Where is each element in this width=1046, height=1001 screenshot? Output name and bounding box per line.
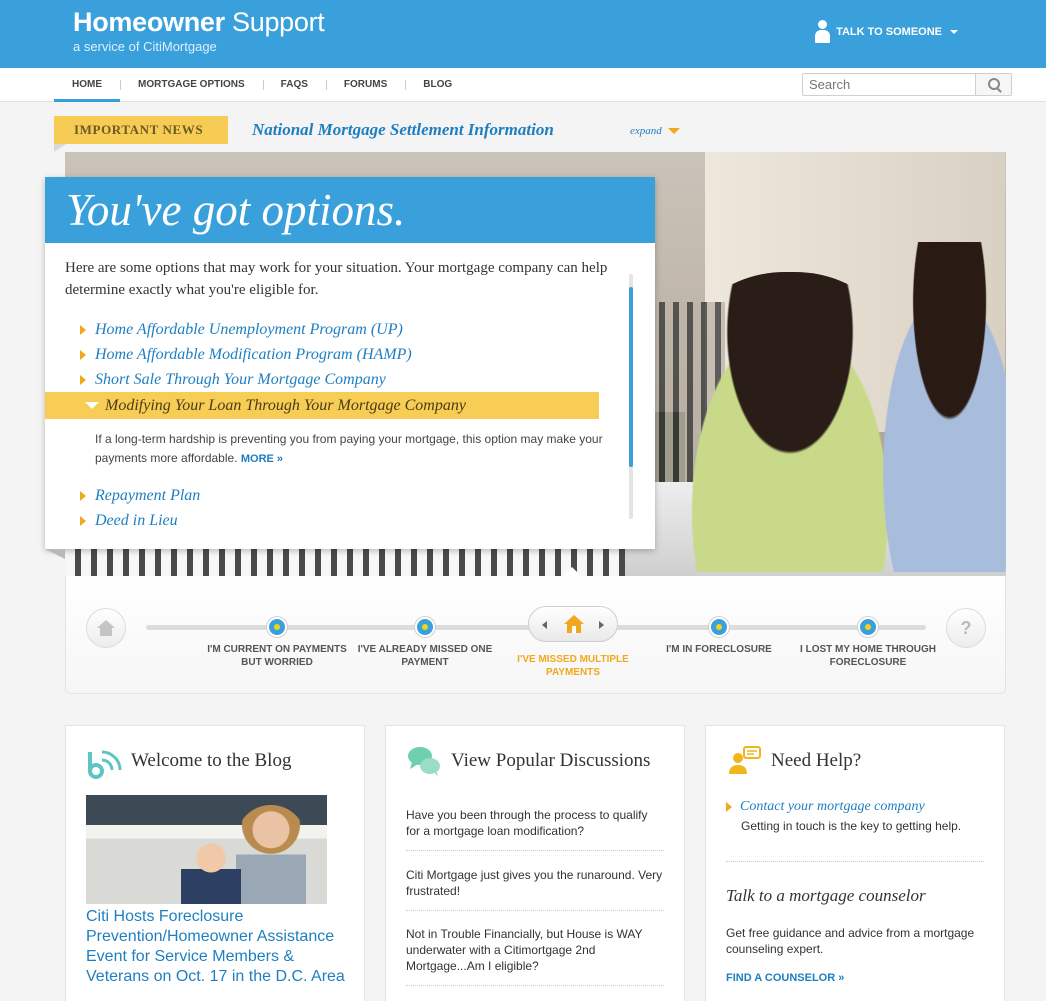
timeline-step-foreclosure[interactable] (709, 617, 729, 637)
nav-home[interactable]: HOME (54, 68, 120, 102)
option-modifying-loan[interactable]: Modifying Your Loan Through Your Mortgag… (45, 392, 599, 419)
counselor-text: Get free guidance and advice from a mort… (726, 926, 975, 956)
timeline-step-missed-one[interactable] (415, 617, 435, 637)
arrow-down-icon (85, 402, 99, 409)
timeline-label: I'VE ALREADY MISSED ONE PAYMENT (357, 644, 493, 668)
chevron-right-icon[interactable] (599, 621, 604, 629)
news-expand-toggle[interactable]: expand (630, 125, 680, 137)
timeline-label: I'M IN FORECLOSURE (666, 644, 772, 655)
discussions-title: View Popular Discussions (451, 750, 651, 771)
arrow-right-icon (80, 490, 86, 501)
blog-icon (88, 750, 122, 779)
expand-label: expand (630, 125, 662, 137)
timeline-step-lost-home[interactable] (858, 617, 878, 637)
option-label: Modifying Your Loan Through Your Mortgag… (105, 396, 466, 414)
nav-forums[interactable]: FORUMS (325, 68, 405, 102)
arrow-right-icon (726, 802, 732, 812)
need-help-card: Need Help? Contact your mortgage company… (705, 725, 1005, 1001)
person-icon (814, 20, 831, 44)
hero-woman-right (865, 242, 1006, 572)
chevron-down-icon (950, 30, 958, 34)
situation-timeline: I'M CURRENT ON PAYMENTS BUT WORRIED I'VE… (65, 576, 1006, 694)
blog-post-image[interactable] (86, 795, 327, 904)
timeline-label: I LOST MY HOME THROUGH FORECLOSURE (800, 644, 936, 668)
discussion-item[interactable]: Have you been through the process to qua… (406, 807, 664, 851)
options-intro: Here are some options that may work for … (65, 260, 608, 298)
option-deed-in-lieu[interactable]: Deed in Lieu (45, 508, 625, 533)
option-label: Repayment Plan (95, 486, 201, 504)
arrow-right-icon (80, 515, 86, 526)
hero-pointer (563, 567, 581, 576)
site-header: Homeowner Support a service of CitiMortg… (0, 0, 1046, 68)
option-up[interactable]: Home Affordable Unemployment Program (UP… (45, 317, 625, 342)
options-panel-fold (45, 549, 65, 559)
arrow-right-icon (80, 349, 86, 360)
help-link-subtext: Getting in touch is the key to getting h… (741, 819, 962, 833)
blog-image-woman (236, 805, 306, 904)
timeline-label-active: I'VE MISSED MULTIPLE PAYMENTS (517, 654, 629, 678)
discussions-card: View Popular Discussions Have you been t… (385, 725, 685, 1001)
home-icon[interactable] (86, 608, 126, 648)
brand-subtitle: a service of CitiMortgage (73, 39, 217, 54)
support-person-icon (729, 746, 761, 774)
main-nav-bar: HOME MORTGAGE OPTIONS FAQS FORUMS BLOG (0, 68, 1046, 102)
blog-post-link[interactable]: Citi Hosts Foreclosure Prevention/Homeow… (86, 907, 346, 987)
chevron-left-icon[interactable] (542, 621, 547, 629)
need-help-title: Need Help? (771, 750, 862, 771)
timeline-step-missed-multiple[interactable] (528, 606, 618, 642)
search-icon[interactable] (975, 74, 1011, 95)
blog-title: Welcome to the Blog (131, 750, 292, 771)
discussion-item[interactable]: Not in Trouble Financially, but House is… (406, 926, 664, 986)
options-list: Home Affordable Unemployment Program (UP… (45, 317, 625, 533)
option-label: Home Affordable Modification Program (HA… (95, 345, 412, 363)
option-repayment-plan[interactable]: Repayment Plan (45, 483, 625, 508)
house-icon (564, 615, 584, 633)
arrow-right-icon (80, 324, 86, 335)
arrow-right-icon (80, 374, 86, 385)
option-short-sale[interactable]: Short Sale Through Your Mortgage Company (45, 367, 625, 392)
site-logo[interactable]: Homeowner Support a service of CitiMortg… (73, 7, 325, 54)
main-nav: HOME MORTGAGE OPTIONS FAQS FORUMS BLOG (54, 68, 470, 102)
timeline-step-current-worried[interactable] (267, 617, 287, 637)
talk-to-someone-button[interactable]: TALK TO SOMEONE (814, 20, 958, 44)
question-icon[interactable]: ? (946, 608, 986, 648)
chat-bubbles-icon (408, 747, 440, 777)
option-label: Home Affordable Unemployment Program (UP… (95, 320, 403, 338)
contact-mortgage-company-link[interactable]: Contact your mortgage company (726, 799, 925, 815)
find-counselor-link[interactable]: FIND A COUNSELOR » (726, 972, 844, 984)
option-hamp[interactable]: Home Affordable Modification Program (HA… (45, 342, 625, 367)
discussion-item[interactable]: Citi Mortgage just gives you the runarou… (406, 867, 664, 911)
search-box (802, 73, 1012, 96)
nav-faqs[interactable]: FAQS (262, 68, 326, 102)
blog-image-child (181, 840, 241, 904)
important-news-tag: IMPORTANT NEWS (54, 116, 228, 152)
news-title-link[interactable]: National Mortgage Settlement Information (252, 120, 554, 140)
nav-blog[interactable]: BLOG (405, 68, 470, 102)
search-input[interactable] (803, 74, 975, 95)
options-scrollbar-thumb[interactable] (629, 287, 633, 467)
timeline-label: I'M CURRENT ON PAYMENTS BUT WORRIED (207, 644, 347, 668)
blog-card: Welcome to the Blog Citi Hosts Foreclosu… (65, 725, 365, 1001)
option-label: Short Sale Through Your Mortgage Company (95, 370, 386, 388)
options-panel: You've got options. Here are some option… (45, 177, 655, 549)
option-label: Deed in Lieu (95, 511, 178, 529)
help-link-label: Contact your mortgage company (740, 799, 925, 814)
options-heading: You've got options. (45, 177, 655, 243)
brand-title: Homeowner Support (73, 7, 325, 37)
nav-mortgage-options[interactable]: MORTGAGE OPTIONS (120, 68, 263, 102)
counselor-heading: Talk to a mortgage counselor (726, 886, 926, 905)
option-description-text: If a long-term hardship is preventing yo… (95, 432, 603, 465)
more-link[interactable]: MORE » (241, 453, 283, 465)
option-description: If a long-term hardship is preventing yo… (45, 419, 625, 483)
chevron-down-icon (667, 128, 680, 134)
divider (726, 861, 984, 862)
talk-label: TALK TO SOMEONE (836, 26, 942, 38)
